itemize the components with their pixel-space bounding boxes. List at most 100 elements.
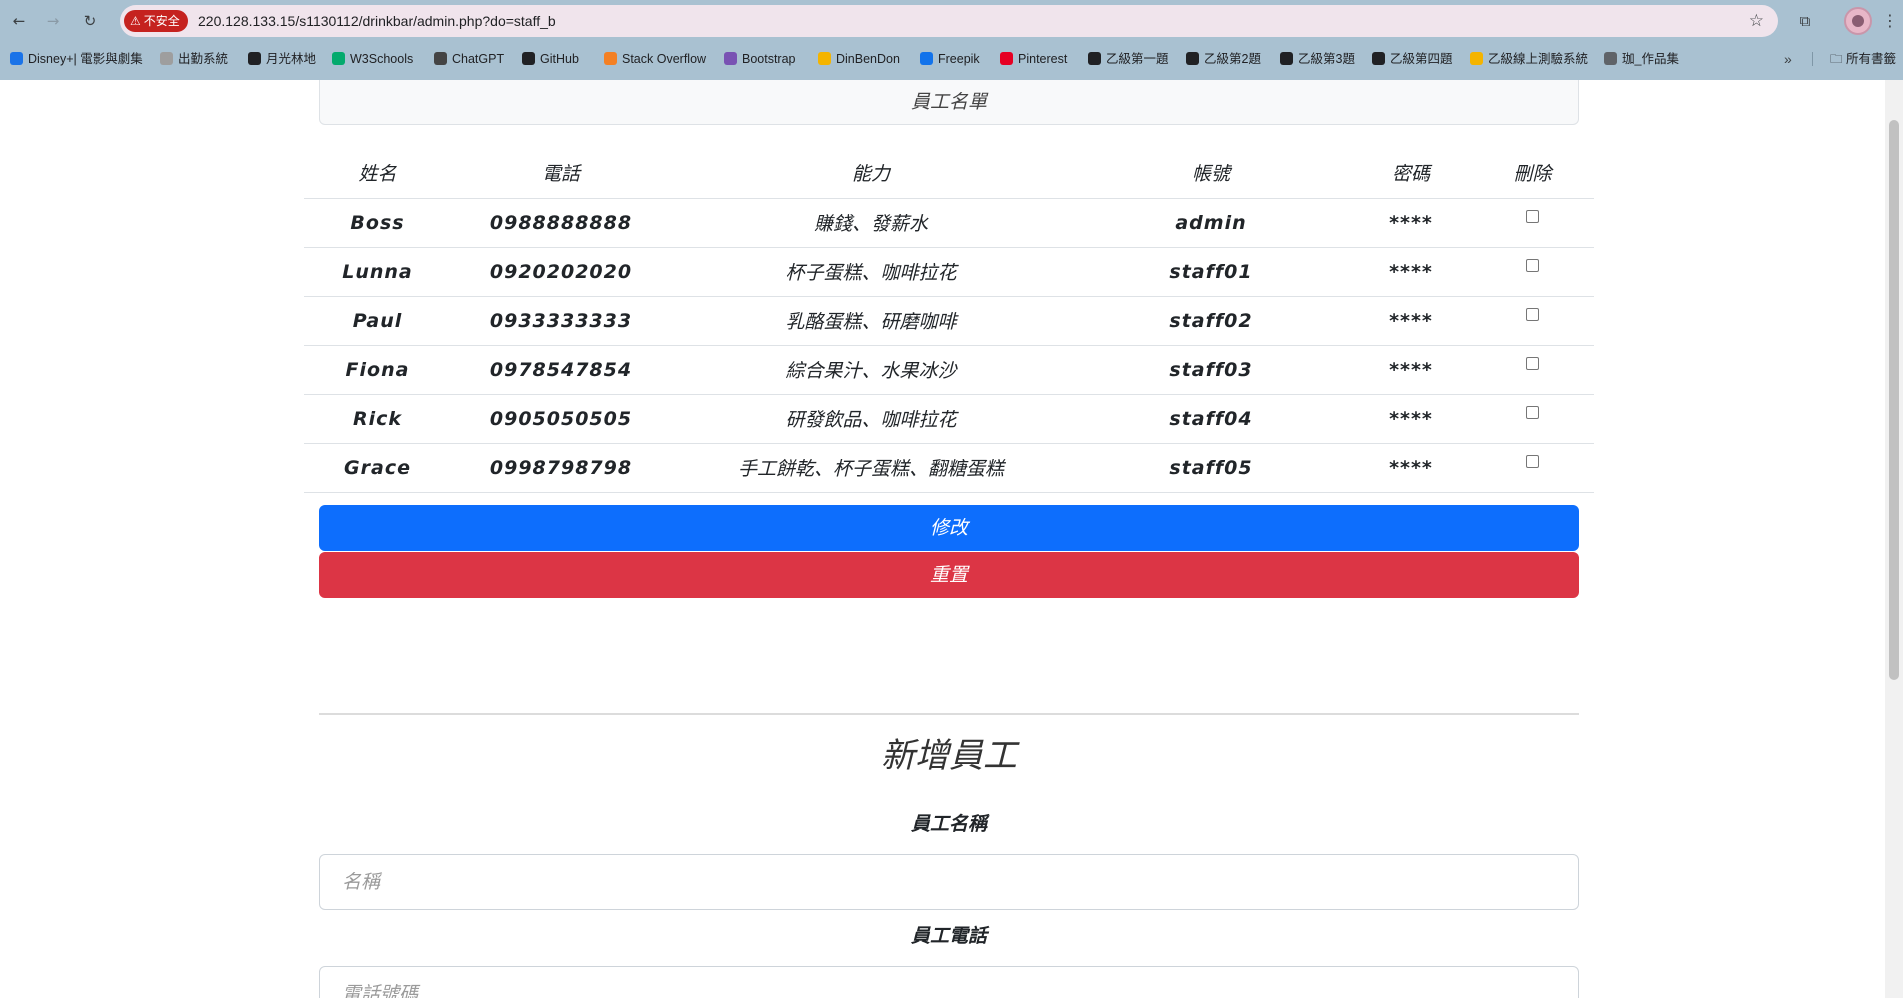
delete-checkbox[interactable] bbox=[1526, 258, 1539, 272]
bookmark-item[interactable]: Disney+| 電影與劇集 bbox=[10, 48, 143, 70]
staff-password-cell: **** bbox=[1351, 345, 1471, 395]
bookmark-label: 乙級第3題 bbox=[1298, 52, 1355, 66]
bookmark-favicon-icon bbox=[434, 52, 447, 65]
bookmark-favicon-icon bbox=[248, 52, 261, 65]
all-bookmarks[interactable]: 🗀 所有書籤 bbox=[1830, 48, 1896, 70]
bookmark-item[interactable]: 乙級第四題 bbox=[1372, 48, 1453, 70]
staff-password-cell: **** bbox=[1351, 443, 1471, 493]
page-scrollbar[interactable] bbox=[1885, 80, 1903, 998]
column-header-phone: 電話 bbox=[451, 148, 671, 199]
bookmarks-overflow-icon[interactable]: » bbox=[1784, 48, 1792, 70]
staff-table-body: Boss 0988888888 賺錢、發薪水 admin **** Lunna 092020… bbox=[304, 198, 1594, 493]
reload-icon[interactable]: ↻ bbox=[80, 11, 100, 31]
bookmark-favicon-icon bbox=[920, 52, 933, 65]
delete-checkbox[interactable] bbox=[1526, 307, 1539, 321]
staff-delete-cell bbox=[1471, 345, 1594, 395]
bookmark-label: Freepik bbox=[938, 52, 980, 66]
delete-checkbox[interactable] bbox=[1526, 454, 1539, 468]
bookmark-favicon-icon bbox=[1470, 52, 1483, 65]
security-label: 不安全 bbox=[143, 14, 180, 28]
table-row: Paul 0933333333 乳酪蛋糕、研磨咖啡 staff02 **** bbox=[304, 296, 1594, 346]
address-bar[interactable]: ⚠ 不安全 220.128.133.15/s1130112/drinkbar/ad… bbox=[120, 5, 1778, 37]
staff-name-input[interactable] bbox=[319, 854, 1579, 910]
bookmark-favicon-icon bbox=[10, 52, 23, 65]
staff-phone-cell: 0905050505 bbox=[451, 394, 671, 444]
staff-delete-cell bbox=[1471, 247, 1594, 297]
staff-password-cell: **** bbox=[1351, 394, 1471, 444]
edit-button[interactable]: 修改 bbox=[319, 505, 1579, 551]
staff-account-cell: staff05 bbox=[1071, 443, 1351, 493]
column-header-password: 密碼 bbox=[1351, 148, 1471, 199]
staff-phone-cell: 0978547854 bbox=[451, 345, 671, 395]
bookmark-item[interactable]: 珈_作品集 bbox=[1604, 48, 1679, 70]
bookmark-label: W3Schools bbox=[350, 52, 414, 66]
extensions-icon[interactable]: ⧉ bbox=[1795, 11, 1815, 31]
staff-phone-cell: 0933333333 bbox=[451, 296, 671, 346]
staff-skill-cell: 乳酪蛋糕、研磨咖啡 bbox=[671, 296, 1071, 346]
avatar-image bbox=[1852, 15, 1864, 27]
bookmark-item[interactable]: 乙級線上測驗系統 bbox=[1470, 48, 1588, 70]
browser-toolbar: ← → ↻ ⚠ 不安全 220.128.133.15/s1130112/drink… bbox=[0, 5, 1903, 37]
bookmark-item[interactable]: Pinterest bbox=[1000, 48, 1067, 70]
table-row: Grace 0998798798 手工餅乾、杯子蛋糕、翻糖蛋糕 staff05 **** bbox=[304, 443, 1594, 493]
delete-checkbox[interactable] bbox=[1526, 356, 1539, 370]
bookmark-label: Bootstrap bbox=[742, 52, 796, 66]
column-header-account: 帳號 bbox=[1071, 148, 1351, 199]
bookmark-label: 乙級第四題 bbox=[1390, 52, 1453, 66]
bookmark-item[interactable]: 月光林地 bbox=[248, 48, 316, 70]
bookmark-label: 乙級第2題 bbox=[1204, 52, 1261, 66]
bookmark-label: 珈_作品集 bbox=[1622, 52, 1679, 66]
staff-password-cell: **** bbox=[1351, 198, 1471, 248]
bookmark-label: ChatGPT bbox=[452, 52, 505, 66]
staff-name-label: 員工名稱 bbox=[910, 813, 987, 835]
staff-account-cell: staff03 bbox=[1071, 345, 1351, 395]
profile-avatar[interactable] bbox=[1844, 7, 1872, 35]
bookmark-item[interactable]: ChatGPT bbox=[434, 48, 504, 70]
staff-phone-cell: 0988888888 bbox=[451, 198, 671, 248]
bookmark-favicon-icon bbox=[818, 52, 831, 65]
table-row: Boss 0988888888 賺錢、發薪水 admin **** bbox=[304, 198, 1594, 248]
table-row: Lunna 0920202020 杯子蛋糕、咖啡拉花 staff01 **** bbox=[304, 247, 1594, 297]
scrollbar-thumb[interactable] bbox=[1889, 120, 1899, 680]
bookmark-label: DinBenDon bbox=[836, 52, 900, 66]
staff-skill-cell: 杯子蛋糕、咖啡拉花 bbox=[671, 247, 1071, 297]
bookmark-item[interactable]: 乙級第一題 bbox=[1088, 48, 1169, 70]
bookmark-item[interactable]: Bootstrap bbox=[724, 48, 796, 70]
bookmark-item[interactable]: Freepik bbox=[920, 48, 980, 70]
bookmark-label: 乙級線上測驗系統 bbox=[1488, 52, 1589, 66]
all-bookmarks-label: 所有書籤 bbox=[1846, 52, 1897, 66]
reset-button[interactable]: 重置 bbox=[319, 552, 1579, 598]
delete-checkbox[interactable] bbox=[1526, 209, 1539, 223]
bookmark-item[interactable]: Stack Overflow bbox=[604, 48, 706, 70]
bookmark-item[interactable]: W3Schools bbox=[332, 48, 413, 70]
section-divider bbox=[319, 713, 1579, 715]
browser-menu-icon[interactable]: ⋮ bbox=[1882, 11, 1898, 31]
table-row: Rick 0905050505 研發飲品、咖啡拉花 staff04 **** bbox=[304, 394, 1594, 444]
staff-account-cell: staff02 bbox=[1071, 296, 1351, 346]
delete-checkbox[interactable] bbox=[1526, 405, 1539, 419]
staff-phone-input[interactable] bbox=[319, 966, 1579, 998]
add-staff-title: 新增員工 bbox=[881, 736, 1017, 776]
staff-account-cell: staff01 bbox=[1071, 247, 1351, 297]
bookmark-star-icon[interactable]: ☆ bbox=[1749, 5, 1764, 37]
bookmark-favicon-icon bbox=[522, 52, 535, 65]
bookmark-item[interactable]: 乙級第2題 bbox=[1186, 48, 1261, 70]
staff-phone-cell: 0920202020 bbox=[451, 247, 671, 297]
table-header-row: 姓名 電話 能力 帳號 密碼 刪除 bbox=[304, 148, 1594, 199]
url-text[interactable]: 220.128.133.15/s1130112/drinkbar/admin.p… bbox=[198, 5, 556, 37]
folder-icon: 🗀 bbox=[1830, 52, 1843, 66]
back-icon[interactable]: ← bbox=[9, 11, 29, 31]
bookmark-favicon-icon bbox=[1088, 52, 1101, 65]
bookmark-item[interactable]: 出勤系統 bbox=[160, 48, 228, 70]
security-chip[interactable]: ⚠ 不安全 bbox=[124, 10, 188, 32]
bookmark-label: 月光林地 bbox=[266, 52, 317, 66]
bookmarks-bar: » 🗀 所有書籤 Disney+| 電影與劇集 出勤系統 月光林地 W3Schools… bbox=[0, 48, 1903, 70]
bookmark-item[interactable]: 乙級第3題 bbox=[1280, 48, 1355, 70]
bookmark-label: GitHub bbox=[540, 52, 579, 66]
column-header-skill: 能力 bbox=[671, 148, 1071, 199]
staff-name-cell: Paul bbox=[304, 296, 451, 346]
bookmark-item[interactable]: DinBenDon bbox=[818, 48, 900, 70]
forward-icon[interactable]: → bbox=[43, 11, 63, 31]
column-header-delete: 刪除 bbox=[1471, 148, 1594, 199]
bookmark-item[interactable]: GitHub bbox=[522, 48, 579, 70]
